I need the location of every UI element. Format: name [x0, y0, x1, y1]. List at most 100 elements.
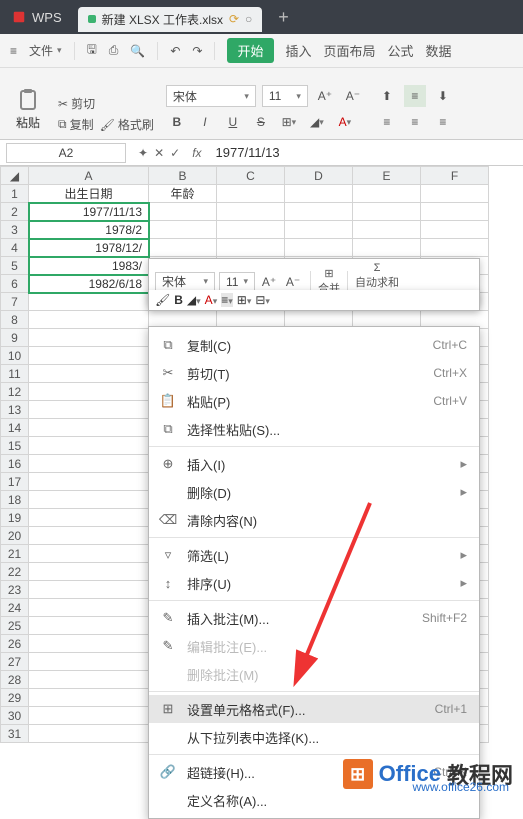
assist-icon[interactable]: ✦ [138, 146, 148, 160]
cell[interactable]: 1978/12/ [29, 239, 149, 257]
row-header[interactable]: 27 [1, 653, 29, 671]
row-header[interactable]: 16 [1, 455, 29, 473]
menu-sort[interactable]: ↕排序(U)▸ [149, 569, 479, 597]
row-header[interactable]: 17 [1, 473, 29, 491]
row-header[interactable]: 30 [1, 707, 29, 725]
name-box[interactable]: A2 [6, 143, 126, 163]
row-header[interactable]: 25 [1, 617, 29, 635]
tab-close-icon[interactable]: ○ [245, 12, 252, 26]
cell[interactable]: 出生日期 [29, 185, 149, 203]
row-header[interactable]: 10 [1, 347, 29, 365]
row-header[interactable]: 9 [1, 329, 29, 347]
mini-size-select[interactable]: 11▾ [219, 272, 255, 292]
menu-filter[interactable]: ▿筛选(L)▸ [149, 541, 479, 569]
column-header[interactable]: F [421, 167, 489, 185]
align-top-icon[interactable]: ⬆ [376, 85, 398, 107]
column-header[interactable]: A [29, 167, 149, 185]
row-header[interactable]: 4 [1, 239, 29, 257]
menu-cut[interactable]: ✂剪切(T)Ctrl+X [149, 359, 479, 387]
grow-font-icon[interactable]: A⁺ [314, 85, 336, 107]
row-header[interactable]: 15 [1, 437, 29, 455]
cell[interactable]: 1977/11/13 [29, 203, 149, 221]
font-color-button[interactable]: A▾ [334, 111, 356, 133]
row-header[interactable]: 12 [1, 383, 29, 401]
menu-insert-comment[interactable]: ✎插入批注(M)...Shift+F2 [149, 604, 479, 632]
align-left-icon[interactable]: ≡ [376, 111, 398, 133]
paste-button[interactable]: 粘贴 [10, 86, 46, 133]
row-header[interactable]: 23 [1, 581, 29, 599]
hamburger-icon[interactable]: ≡ [10, 44, 17, 58]
row-header[interactable]: 6 [1, 275, 29, 293]
menu-paste[interactable]: 📋粘贴(P)Ctrl+V [149, 387, 479, 415]
align-right-icon[interactable]: ≡ [432, 111, 454, 133]
row-header[interactable]: 13 [1, 401, 29, 419]
strike-button[interactable]: S [250, 111, 272, 133]
row-header[interactable]: 18 [1, 491, 29, 509]
column-header[interactable]: C [217, 167, 285, 185]
cell[interactable]: 1982/6/18 [29, 275, 149, 293]
font-size-select[interactable]: 11▾ [262, 85, 308, 107]
align-icon[interactable]: ≡▾ [221, 293, 233, 307]
row-header[interactable]: 14 [1, 419, 29, 437]
shrink-font-icon[interactable]: A⁻ [342, 85, 364, 107]
row-header[interactable]: 24 [1, 599, 29, 617]
row-header[interactable]: 21 [1, 545, 29, 563]
formula-bar-input[interactable]: 1977/11/13 [208, 145, 288, 160]
align-bottom-icon[interactable]: ⬇ [432, 85, 454, 107]
preview-icon[interactable]: 🔍 [130, 44, 145, 58]
tab-formula[interactable]: 公式 [388, 41, 414, 60]
row-header[interactable]: 22 [1, 563, 29, 581]
cancel-icon[interactable]: ✕ [154, 146, 164, 160]
wps-logo[interactable]: WPS [0, 10, 74, 25]
tab-data[interactable]: 数据 [426, 41, 452, 60]
undo-icon[interactable]: ↶ [170, 44, 180, 58]
cell[interactable]: 1983/ [29, 257, 149, 275]
row-header[interactable]: 7 [1, 293, 29, 311]
column-header[interactable]: B [149, 167, 217, 185]
file-menu[interactable]: 文件▾ [29, 42, 62, 59]
align-center-icon[interactable]: ≡ [404, 111, 426, 133]
align-middle-icon[interactable]: ≡ [404, 85, 426, 107]
tab-insert[interactable]: 插入 [286, 41, 312, 60]
new-tab-button[interactable]: + [278, 7, 289, 28]
row-header[interactable]: 20 [1, 527, 29, 545]
confirm-icon[interactable]: ✓ [170, 146, 180, 160]
mini-font-select[interactable]: 宋体▾ [155, 272, 215, 292]
format-painter-button[interactable]: 🖌格式刷 [100, 116, 154, 133]
tab-start[interactable]: 开始 [227, 38, 273, 63]
select-all-corner[interactable]: ◢ [1, 167, 29, 185]
border-button[interactable]: ⊞▾ [278, 111, 300, 133]
format-painter-icon[interactable]: 🖌 [155, 293, 170, 307]
row-header[interactable]: 29 [1, 689, 29, 707]
bold-button[interactable]: B [166, 111, 188, 133]
menu-clear[interactable]: ⌫清除内容(N) [149, 506, 479, 534]
underline-button[interactable]: U [222, 111, 244, 133]
row-header[interactable]: 11 [1, 365, 29, 383]
row-header[interactable]: 28 [1, 671, 29, 689]
cell[interactable]: 1978/2 [29, 221, 149, 239]
fx-icon[interactable]: fx [186, 146, 207, 160]
font-color-icon[interactable]: A▾ [205, 293, 218, 307]
row-header[interactable]: 31 [1, 725, 29, 743]
menu-insert[interactable]: ⊕插入(I)▸ [149, 450, 479, 478]
row-header[interactable]: 2 [1, 203, 29, 221]
menu-format-cells[interactable]: ⊞设置单元格格式(F)...Ctrl+1 [149, 695, 479, 723]
fill-color-icon[interactable]: ◢▾ [187, 293, 201, 307]
row-header[interactable]: 3 [1, 221, 29, 239]
column-header[interactable]: E [353, 167, 421, 185]
border-icon[interactable]: ⊞▾ [237, 293, 252, 307]
number-format-icon[interactable]: ⊟▾ [255, 293, 270, 307]
menu-copy[interactable]: ⧉复制(C)Ctrl+C [149, 331, 479, 359]
redo-icon[interactable]: ↷ [192, 44, 202, 58]
row-header[interactable]: 5 [1, 257, 29, 275]
row-header[interactable]: 1 [1, 185, 29, 203]
bold-icon[interactable]: B [174, 293, 183, 307]
copy-button[interactable]: ⧉复制 [58, 116, 94, 133]
row-header[interactable]: 19 [1, 509, 29, 527]
column-header[interactable]: D [285, 167, 353, 185]
menu-paste-special[interactable]: ⧉选择性粘贴(S)... [149, 415, 479, 443]
cell[interactable]: 年龄 [149, 185, 217, 203]
row-header[interactable]: 26 [1, 635, 29, 653]
tab-layout[interactable]: 页面布局 [324, 41, 376, 60]
menu-pick-from-dropdown[interactable]: 从下拉列表中选择(K)... [149, 723, 479, 751]
